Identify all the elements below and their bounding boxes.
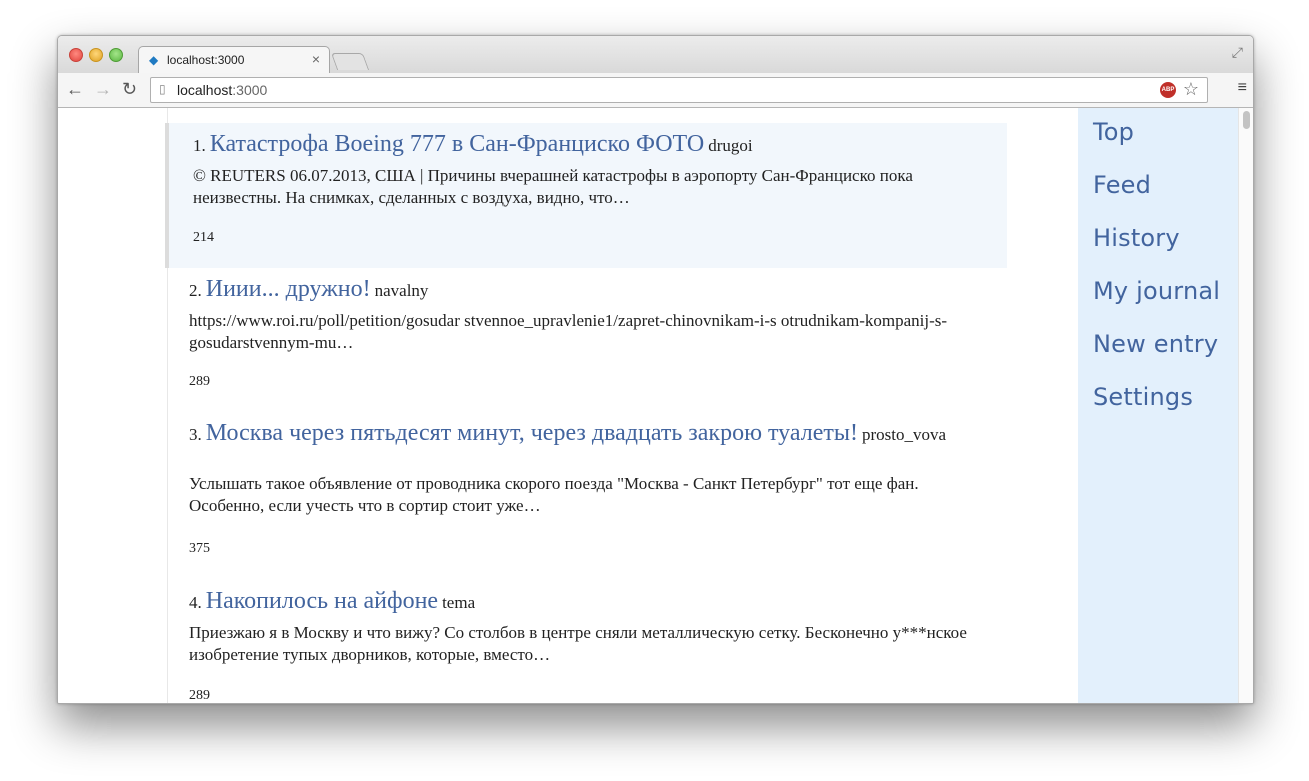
- sidebar-item-new-entry[interactable]: New entry: [1093, 330, 1218, 358]
- bookmark-star-icon[interactable]: ☆: [1183, 79, 1199, 100]
- entry-title-link[interactable]: Катастрофа Boeing 777 в Сан-Франциско ФО…: [210, 131, 704, 157]
- url-text[interactable]: localhost:3000: [177, 82, 267, 98]
- entry-count: 289: [189, 688, 210, 703]
- page-viewport: 1. Катастрофа Boeing 777 в Сан-Франциско…: [58, 108, 1253, 703]
- url-host: localhost: [177, 82, 233, 98]
- entry-excerpt: © REUTERS 06.07.2013, США | Причины вчер…: [193, 166, 913, 207]
- entry-count: 375: [189, 541, 210, 556]
- entry-excerpt: https://www.roi.ru/poll/petition/gosudar…: [189, 311, 948, 352]
- browser-tab[interactable]: ◆ localhost:3000 ×: [138, 46, 330, 75]
- fullscreen-icon[interactable]: ⤢: [1232, 44, 1243, 61]
- entry-count: 214: [193, 230, 214, 245]
- entry-item: 2. Ииии... дружно! navalny https://www.r…: [165, 272, 1007, 407]
- vertical-scrollbar[interactable]: [1238, 108, 1253, 703]
- browser-window: ◆ localhost:3000 × ⤢ ← → ↻ ▯ localhost:3…: [57, 35, 1254, 704]
- entry-number: 4.: [189, 593, 202, 612]
- entry-heading: 4. Накопилось на айфоне tema: [189, 588, 983, 617]
- tab-title: localhost:3000: [167, 53, 245, 67]
- back-arrow-icon[interactable]: ←: [66, 79, 84, 99]
- entry-number: 3.: [189, 425, 202, 444]
- entry-excerpt: Услышать такое объявление от проводника …: [189, 474, 919, 515]
- entry-heading: 1. Катастрофа Boeing 777 в Сан-Франциско…: [193, 131, 983, 160]
- address-bar[interactable]: ▯ localhost:3000 ABP ☆: [150, 77, 1208, 103]
- sidebar-item-history[interactable]: History: [1093, 224, 1180, 252]
- sidebar-item-settings[interactable]: Settings: [1093, 383, 1193, 411]
- reload-icon[interactable]: ↻: [122, 79, 137, 99]
- entry-author[interactable]: prosto_vova: [862, 425, 946, 444]
- entry-title-link[interactable]: Накопилось на айфоне: [206, 588, 438, 614]
- entry-heading: 3. Москва через пятьдесят минут, через д…: [189, 420, 983, 449]
- adblock-icon[interactable]: ABP: [1160, 82, 1176, 98]
- url-port: :3000: [232, 82, 268, 98]
- sidebar-item-my-journal[interactable]: My journal: [1093, 277, 1220, 305]
- page-icon: ▯: [159, 82, 166, 96]
- favicon-icon: ◆: [149, 53, 159, 67]
- entry-author[interactable]: tema: [442, 593, 475, 612]
- entry-heading: 2. Ииии... дружно! navalny: [189, 276, 983, 305]
- entry-number: 1.: [193, 136, 206, 155]
- entry-title-link[interactable]: Ииии... дружно!: [206, 276, 371, 302]
- entry-excerpt: Приезжаю я в Москву и что вижу? Со столб…: [189, 623, 967, 664]
- browser-menu-icon[interactable]: ≡: [1238, 79, 1247, 97]
- entry-item: 1. Катастрофа Boeing 777 в Сан-Франциско…: [165, 123, 1007, 268]
- entry-number: 2.: [189, 281, 202, 300]
- sidebar-item-feed[interactable]: Feed: [1093, 171, 1151, 199]
- new-tab-button[interactable]: [330, 53, 370, 70]
- entry-author[interactable]: drugoi: [708, 136, 752, 155]
- forward-arrow-icon[interactable]: →: [94, 79, 112, 99]
- entry-author[interactable]: navalny: [375, 281, 429, 300]
- browser-toolbar: ← → ↻ ▯ localhost:3000 ABP ☆ ≡: [58, 73, 1253, 108]
- maximize-window-button[interactable]: [109, 48, 123, 62]
- entry-item: 4. Накопилось на айфоне tema Приезжаю я …: [165, 584, 1007, 703]
- entry-title-link[interactable]: Москва через пятьдесят минут, через двад…: [206, 420, 858, 446]
- scrollbar-thumb[interactable]: [1243, 111, 1250, 129]
- sidebar-item-top[interactable]: Top: [1093, 118, 1134, 146]
- close-window-button[interactable]: [69, 48, 83, 62]
- entry-item: 3. Москва через пятьдесят минут, через д…: [165, 416, 1007, 576]
- entry-count: 289: [189, 374, 210, 389]
- tab-close-icon[interactable]: ×: [312, 51, 320, 67]
- title-bar: ◆ localhost:3000 × ⤢: [58, 36, 1253, 75]
- minimize-window-button[interactable]: [89, 48, 103, 62]
- sidebar-nav: Top Feed History My journal New entry Se…: [1078, 108, 1238, 703]
